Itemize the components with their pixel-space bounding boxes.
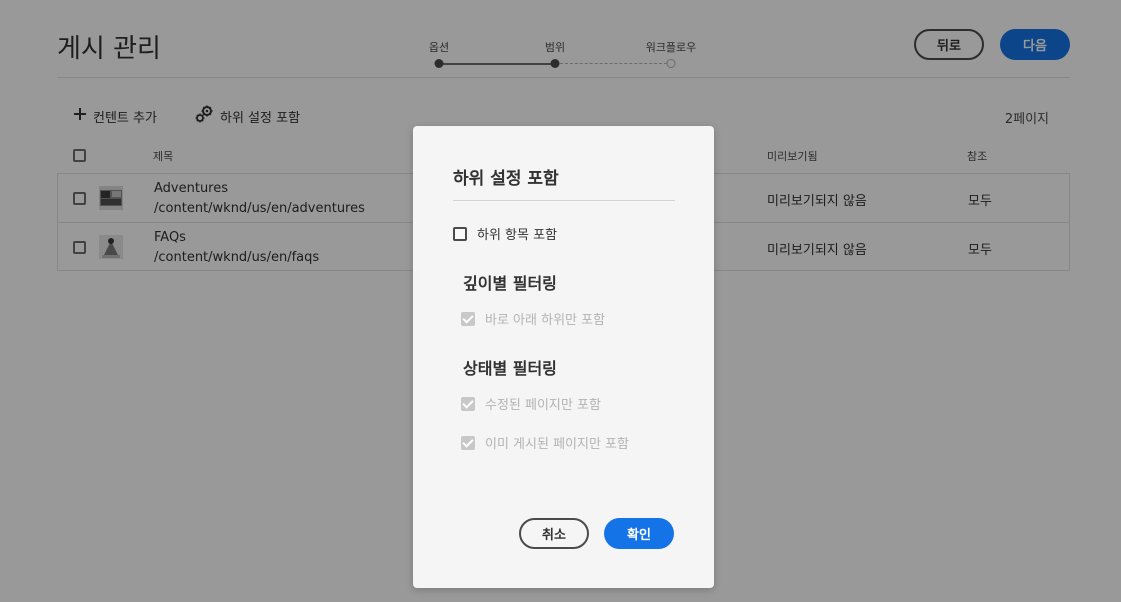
direct-children-option: 바로 아래 하위만 포함	[461, 309, 605, 328]
direct-children-option-label: 바로 아래 하위만 포함	[485, 313, 606, 328]
cancel-button[interactable]: 취소	[519, 518, 589, 549]
published-only-option: 이미 게시된 페이지만 포함	[461, 433, 629, 452]
include-children-option[interactable]: 하위 항목 포함	[453, 224, 557, 243]
published-only-checkbox	[461, 435, 475, 450]
confirm-button[interactable]: 확인	[604, 518, 674, 549]
include-children-checkbox[interactable]	[453, 226, 467, 241]
modified-only-option-label: 수정된 페이지만 포함	[485, 398, 601, 413]
published-only-option-label: 이미 게시된 페이지만 포함	[485, 437, 629, 452]
dialog-title: 하위 설정 포함	[453, 169, 559, 189]
direct-children-checkbox	[461, 311, 475, 326]
include-children-dialog: 하위 설정 포함 하위 항목 포함 깊이별 필터링 바로 아래 하위만 포함 상…	[413, 126, 714, 588]
include-children-option-label: 하위 항목 포함	[477, 228, 558, 243]
status-filter-heading: 상태별 필터링	[463, 359, 557, 378]
modified-only-option: 수정된 페이지만 포함	[461, 394, 601, 413]
dialog-title-divider	[453, 200, 675, 201]
modified-only-checkbox	[461, 396, 475, 411]
depth-filter-heading: 깊이별 필터링	[463, 274, 557, 293]
